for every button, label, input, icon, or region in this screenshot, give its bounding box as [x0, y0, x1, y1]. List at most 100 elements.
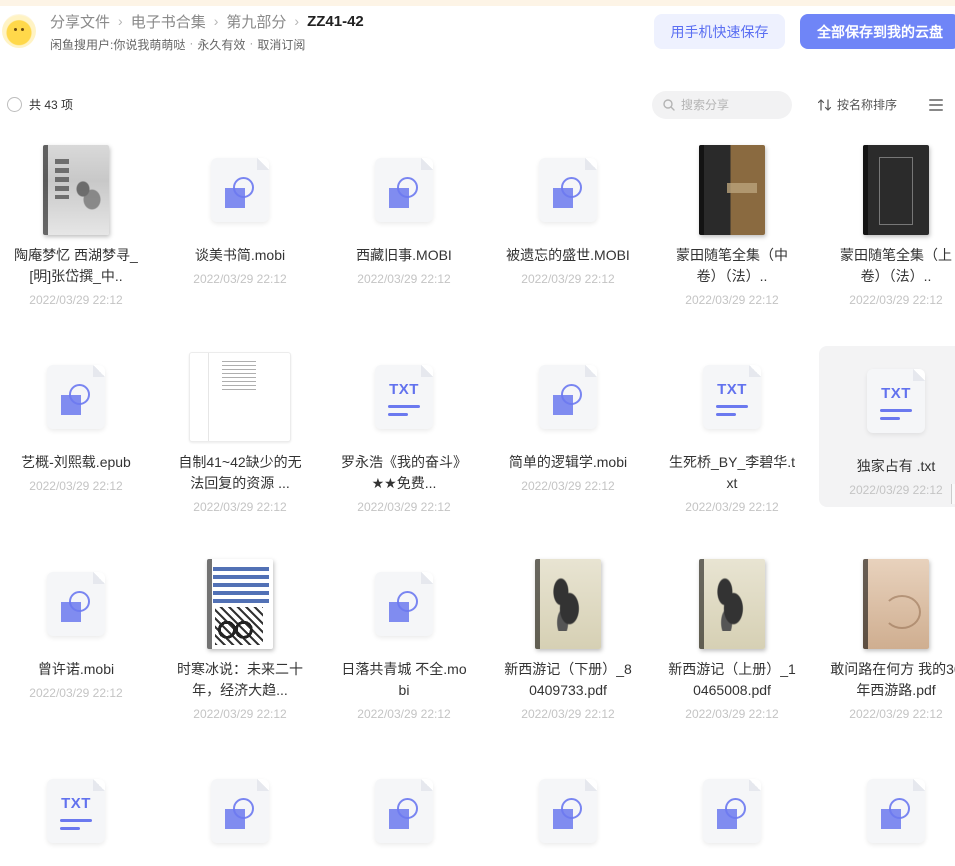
document-file-icon	[703, 779, 761, 843]
file-item[interactable]	[491, 756, 645, 866]
document-file-icon	[211, 779, 269, 843]
file-thumbnail	[0, 135, 153, 245]
file-date: 2022/03/29 22:12	[193, 500, 287, 514]
file-thumbnail: TXT	[327, 342, 481, 452]
file-thumbnail	[655, 135, 809, 245]
file-item[interactable]: 时寒冰说：未来二十年，经济大趋... 2022/03/29 22:12	[163, 549, 317, 721]
chevron-right-icon: ›	[213, 13, 219, 29]
file-item[interactable]	[655, 756, 809, 866]
file-date: 2022/03/29 22:12	[521, 707, 615, 721]
file-thumbnail	[163, 342, 317, 452]
validity-label: 永久有效	[197, 38, 246, 52]
book-cover-image	[863, 559, 929, 649]
file-name: 曾许诺.mobi	[37, 661, 115, 677]
file-thumbnail	[491, 342, 645, 452]
file-date: 2022/03/29 22:12	[357, 272, 451, 286]
file-name: 敢问路在何方 我的30年西游路.pdf	[830, 661, 955, 698]
sharer-name: 闲鱼搜用户:你说我萌萌哒	[50, 38, 186, 52]
sort-button[interactable]: 按名称排序	[818, 96, 897, 113]
file-item[interactable]: 简单的逻辑学.mobi 2022/03/29 22:12	[491, 342, 645, 493]
file-item[interactable]: 西藏旧事.MOBI 2022/03/29 22:12	[327, 135, 481, 286]
file-thumbnail	[819, 756, 955, 866]
breadcrumb-item-share[interactable]: 分享文件	[50, 11, 110, 32]
file-thumbnail	[163, 135, 317, 245]
file-date: 2022/03/29 22:12	[193, 272, 287, 286]
sort-icon	[818, 98, 832, 111]
scrollbar[interactable]	[951, 484, 955, 504]
document-file-icon	[867, 779, 925, 843]
txt-file-icon: TXT	[867, 369, 925, 433]
avatar-eye	[14, 28, 17, 31]
file-name: 时寒冰说：未来二十年，经济大趋...	[177, 661, 303, 698]
file-name: 独家占有 .txt	[856, 458, 936, 474]
save-by-phone-button[interactable]: 用手机快速保存	[654, 14, 785, 49]
file-thumbnail	[655, 549, 809, 659]
file-date: 2022/03/29 22:12	[849, 483, 943, 497]
file-item[interactable]: 日落共青城 不全.mobi 2022/03/29 22:12	[327, 549, 481, 721]
book-cover-image	[863, 145, 929, 235]
file-thumbnail	[327, 135, 481, 245]
document-file-icon	[211, 158, 269, 222]
file-item[interactable]: 曾许诺.mobi 2022/03/29 22:12	[0, 549, 153, 700]
file-name: 艺概-刘熙载.epub	[21, 454, 131, 470]
file-date: 2022/03/29 22:12	[29, 686, 123, 700]
file-item[interactable]	[819, 756, 955, 866]
file-name: 生死桥_BY_李碧华.txt	[668, 454, 796, 491]
file-name: 新西游记（下册）_80409733.pdf	[504, 661, 632, 698]
avatar	[2, 14, 36, 48]
breadcrumb-item-ebooks[interactable]: 电子书合集	[131, 11, 206, 32]
file-thumbnail	[327, 549, 481, 659]
file-name: 罗永浩《我的奋斗》★★免费...	[341, 454, 467, 491]
cancel-subscription-link[interactable]: 取消订阅	[257, 36, 305, 53]
file-item[interactable]: 谈美书简.mobi 2022/03/29 22:12	[163, 135, 317, 286]
file-name: 谈美书简.mobi	[194, 247, 286, 263]
file-thumbnail: TXT	[655, 342, 809, 452]
file-date: 2022/03/29 22:12	[29, 479, 123, 493]
file-name: 新西游记（上册）_10465008.pdf	[668, 661, 796, 698]
search-box[interactable]	[652, 91, 792, 119]
file-item[interactable]: TXT 独家占有 .txt 2022/03/29 22:12	[819, 346, 955, 507]
file-item[interactable]: 陶庵梦忆 西湖梦寻_[明]张岱撰_中.. 2022/03/29 22:12	[0, 135, 153, 307]
file-name: 日落共青城 不全.mobi	[341, 661, 467, 698]
file-name: 被遗忘的盛世.MOBI	[506, 247, 630, 263]
file-thumbnail	[491, 549, 645, 659]
file-thumbnail	[819, 549, 955, 659]
file-item[interactable]: 艺概-刘熙载.epub 2022/03/29 22:12	[0, 342, 153, 493]
file-item[interactable]: TXT 罗永浩《我的奋斗》★★免费... 2022/03/29 22:12	[327, 342, 481, 514]
file-date: 2022/03/29 22:12	[29, 293, 123, 307]
chevron-right-icon: ›	[118, 13, 123, 29]
share-info: 闲鱼搜用户:你说我萌萌哒 · 永久有效 · 取消订阅	[50, 36, 305, 53]
file-item[interactable]: 敢问路在何方 我的30年西游路.pdf 2022/03/29 22:12	[819, 549, 955, 721]
document-file-icon	[539, 158, 597, 222]
file-date: 2022/03/29 22:12	[849, 293, 943, 307]
file-name: 西藏旧事.MOBI	[356, 247, 452, 263]
document-file-icon	[47, 365, 105, 429]
chevron-right-icon: ›	[294, 13, 300, 29]
file-name: 陶庵梦忆 西湖梦寻_[明]张岱撰_中..	[14, 247, 138, 284]
list-view-menu-icon[interactable]	[929, 99, 943, 111]
file-item[interactable]: 新西游记（下册）_80409733.pdf 2022/03/29 22:12	[491, 549, 645, 721]
search-input[interactable]	[681, 98, 781, 112]
file-item[interactable]: 蒙田随笔全集（上卷）（法）.. 2022/03/29 22:12	[819, 135, 955, 307]
file-thumbnail	[491, 135, 645, 245]
file-item[interactable]: 自制41~42缺少的无法回复的资源 ... 2022/03/29 22:12	[163, 342, 317, 514]
file-item[interactable]: TXT	[0, 756, 153, 866]
file-item[interactable]: 蒙田随笔全集（中卷）（法）.. 2022/03/29 22:12	[655, 135, 809, 307]
file-item[interactable]	[163, 756, 317, 866]
top-strip	[0, 0, 955, 6]
file-item[interactable]: TXT 生死桥_BY_李碧华.txt 2022/03/29 22:12	[655, 342, 809, 514]
document-file-icon	[539, 365, 597, 429]
file-date: 2022/03/29 22:12	[685, 293, 779, 307]
file-item[interactable]: 新西游记（上册）_10465008.pdf 2022/03/29 22:12	[655, 549, 809, 721]
separator-dot: ·	[249, 36, 254, 50]
breadcrumb-item-part9[interactable]: 第九部分	[226, 11, 286, 32]
file-thumbnail	[0, 342, 153, 452]
save-all-button[interactable]: 全部保存到我的云盘	[800, 14, 955, 49]
file-thumbnail	[819, 135, 955, 245]
item-count: 共 43 项	[29, 98, 74, 112]
document-file-icon	[539, 779, 597, 843]
select-all-checkbox[interactable]	[7, 97, 22, 112]
file-item[interactable]	[327, 756, 481, 866]
file-name: 自制41~42缺少的无法回复的资源 ...	[178, 454, 302, 491]
file-item[interactable]: 被遗忘的盛世.MOBI 2022/03/29 22:12	[491, 135, 645, 286]
